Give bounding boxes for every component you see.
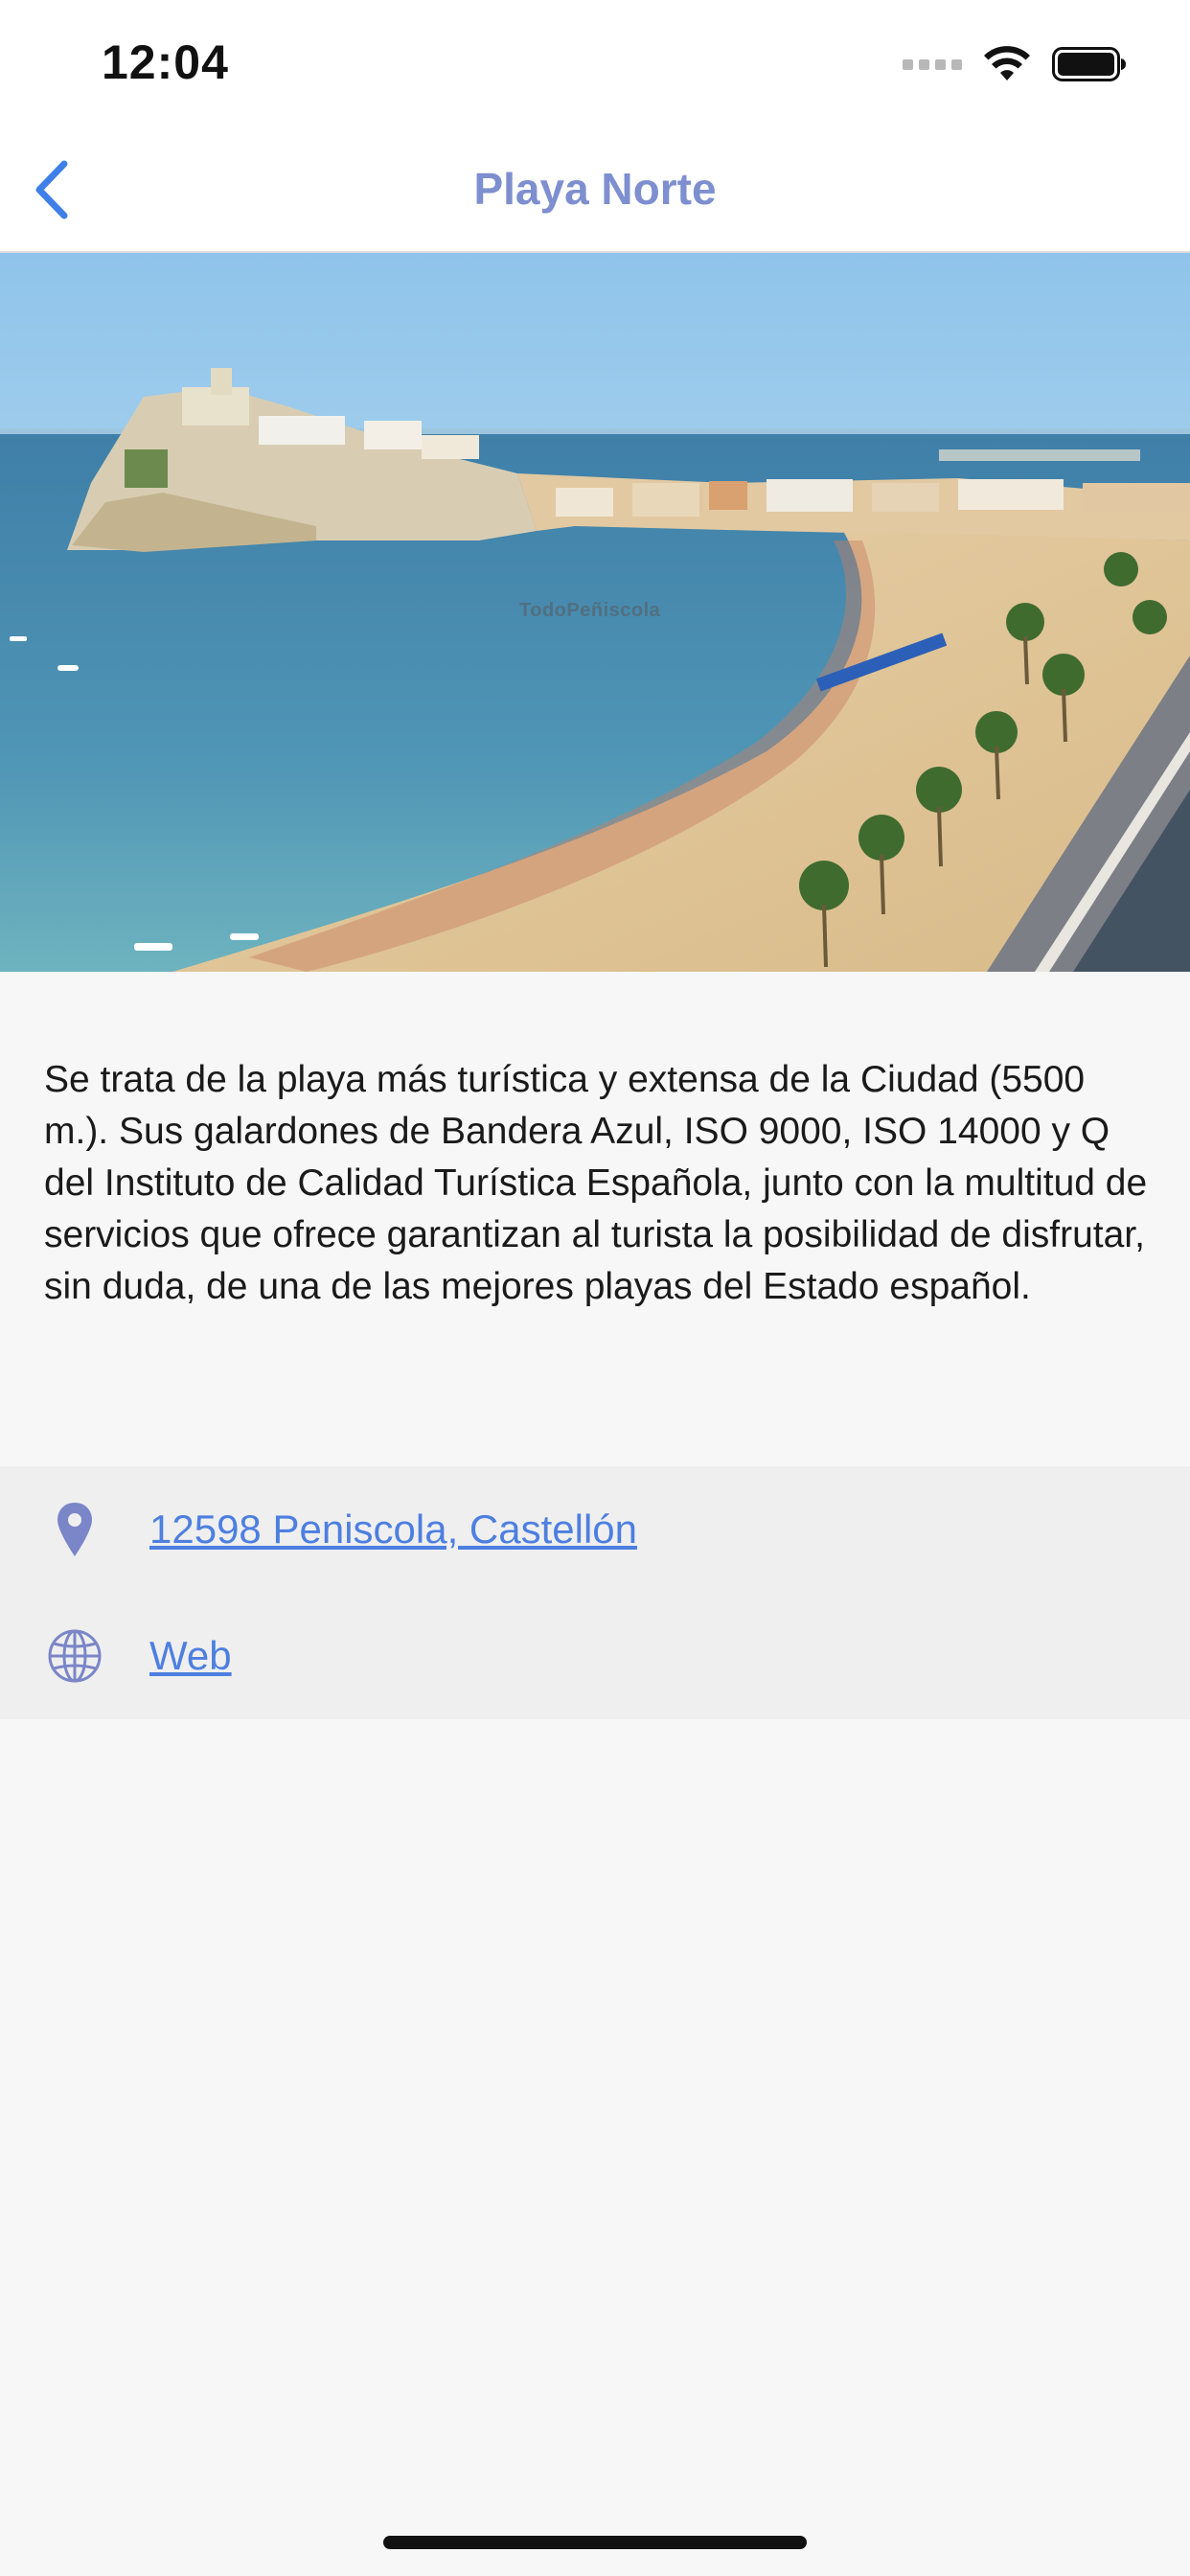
beach-photo: TodoPeñiscola [0,253,1190,972]
wifi-icon [984,46,1030,80]
signal-icon [903,58,962,70]
navigation-bar: Playa Norte [0,126,1190,253]
battery-icon [1052,47,1126,81]
status-bar: 12:04 [0,0,1190,126]
web-link[interactable]: Web [149,1633,232,1679]
info-section: 12598 Peniscola, Castellón Web [0,1466,1190,1719]
page-title: Playa Norte [473,164,717,214]
globe-icon [44,1625,105,1687]
image-watermark: TodoPeñiscola [519,600,661,621]
home-indicator[interactable] [383,2536,807,2549]
address-link[interactable]: 12598 Peniscola, Castellón [149,1506,637,1552]
status-icons [903,42,1127,86]
description-text: Se trata de la playa más turística y ext… [44,1059,1148,1307]
location-pin-icon [44,1499,105,1560]
web-row[interactable]: Web [0,1593,1190,1719]
address-row[interactable]: 12598 Peniscola, Castellón [0,1466,1190,1593]
status-time: 12:04 [102,35,229,89]
